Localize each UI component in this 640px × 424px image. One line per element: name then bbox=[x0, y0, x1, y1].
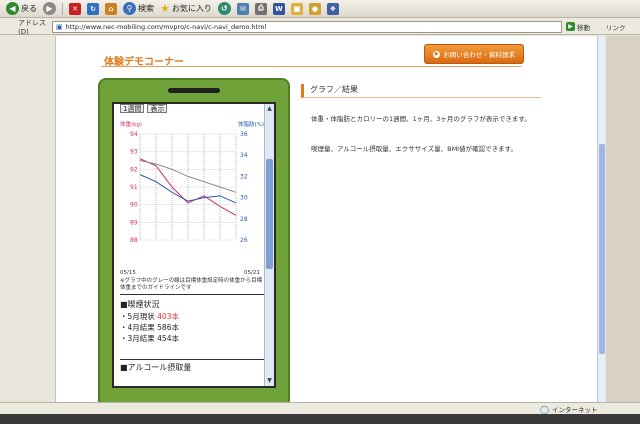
description-text: 喫煙量、アルコール摂取量、エクササイズ量、BMI値が確認できます。 bbox=[311, 145, 517, 153]
x-end-label: 05/21 bbox=[244, 270, 260, 276]
y2-tick-label: 30 bbox=[240, 195, 248, 202]
print-icon[interactable]: ⎙ bbox=[254, 2, 267, 15]
favorites-button[interactable]: ★ お気に入り bbox=[160, 2, 212, 16]
y-axis-label: 体重(kg) bbox=[120, 120, 142, 128]
y2-tick-label: 28 bbox=[240, 216, 248, 223]
phone-speaker bbox=[168, 88, 220, 93]
period-select[interactable]: 1週間 bbox=[120, 104, 145, 113]
stop-icon[interactable]: ✕ bbox=[69, 2, 81, 15]
mail-icon[interactable]: ✉ bbox=[236, 2, 249, 15]
y2-tick-label: 32 bbox=[240, 173, 248, 180]
messenger-icon[interactable]: ● bbox=[308, 2, 321, 15]
smoking-line-value: 586本 bbox=[157, 323, 179, 332]
y2-tick-label: 34 bbox=[240, 152, 248, 159]
y-tick-label: 92 bbox=[130, 166, 138, 173]
description-text: 体重・体脂肪とカロリーの1週間、1ヶ月、3ヶ月のグラフが表示できます。 bbox=[311, 115, 531, 123]
address-bar: アドレス(D) ▣ http://www.nec-mobiling.com/mv… bbox=[0, 18, 640, 36]
period-controls: 1週間 表示 bbox=[120, 104, 168, 113]
section-heading: グラフ／結果 bbox=[301, 84, 541, 98]
window-edge bbox=[606, 36, 640, 402]
folder-icon[interactable]: ■ bbox=[290, 2, 303, 15]
y-tick-label: 88 bbox=[130, 237, 138, 244]
section-divider bbox=[120, 294, 266, 295]
smoking-line-value: 454本 bbox=[157, 334, 179, 343]
back-arrow-icon: ◀ bbox=[6, 2, 19, 15]
status-zone: ◯ インターネット bbox=[540, 404, 598, 415]
favorites-label: お気に入り bbox=[171, 4, 212, 13]
browser-toolbar: ◀ 戻る ▶ ✕ ↻ ⌂ ⚲ 検索 ★ お気に入り ↺ ✉ ⎙ W ■ ● ❖ bbox=[0, 0, 640, 18]
smoking-line-label: ・3月結果 bbox=[120, 334, 158, 343]
edit-icon[interactable]: W bbox=[272, 2, 285, 15]
chart-grid bbox=[139, 133, 237, 241]
chart-note: ※グラフ中のグレーの線は目標体重設定時の体重から目標体重までのガイドラインです bbox=[120, 278, 263, 291]
smoking-line: ・3月結果 454本 bbox=[120, 333, 179, 344]
smoking-line-label: ・5月現状 bbox=[120, 312, 158, 321]
contact-button-label: お問い合わせ・資料請求 bbox=[443, 51, 515, 59]
smoking-line-value: 403本 bbox=[157, 312, 179, 321]
smoking-line-label: ・4月結果 bbox=[120, 323, 158, 332]
refresh-icon[interactable]: ↻ bbox=[87, 2, 99, 15]
go-arrow-icon: ▶ bbox=[566, 22, 575, 31]
search-label: 検索 bbox=[138, 4, 154, 13]
home-icon[interactable]: ⌂ bbox=[105, 2, 117, 15]
section-divider bbox=[120, 359, 266, 360]
smoking-line: ・4月結果 586本 bbox=[120, 322, 179, 333]
title-divider bbox=[101, 66, 521, 67]
forward-button[interactable]: ▶ bbox=[43, 2, 56, 16]
phone-scrollbar[interactable]: ▲ ▼ bbox=[264, 104, 274, 386]
page-scroll-thumb[interactable] bbox=[599, 144, 605, 354]
phone-scroll-thumb[interactable] bbox=[266, 159, 273, 269]
page-icon: ▣ bbox=[56, 22, 63, 31]
weight-chart: 体重(kg) 体脂肪(%) 94 93 92 91 90 89 88 36 34 32 30 28 2… bbox=[120, 120, 264, 276]
show-button[interactable]: 表示 bbox=[147, 104, 168, 113]
status-bar: ◯ インターネット bbox=[0, 402, 640, 414]
phone-screen: 1週間 表示 体重(kg) 体脂肪(%) 94 93 92 91 90 89 88 36 34… bbox=[112, 102, 276, 388]
y-tick-label: 94 bbox=[130, 131, 138, 138]
scroll-down-icon[interactable]: ▼ bbox=[266, 377, 273, 385]
x-start-label: 05/15 bbox=[120, 270, 136, 276]
links-label[interactable]: リンク bbox=[602, 22, 640, 32]
scroll-up-icon[interactable]: ▲ bbox=[266, 105, 273, 113]
search-icon: ⚲ bbox=[123, 2, 136, 15]
history-icon[interactable]: ↺ bbox=[217, 2, 231, 15]
smoking-title: ■喫煙状況 bbox=[120, 300, 160, 309]
phone-mockup: 1週間 表示 体重(kg) 体脂肪(%) 94 93 92 91 90 89 88 36 34… bbox=[98, 78, 290, 408]
y2-ticks: 36 34 32 30 28 26 bbox=[240, 131, 248, 244]
browser-window: ◀ 戻る ▶ ✕ ↻ ⌂ ⚲ 検索 ★ お気に入り ↺ ✉ ⎙ W ■ ● ❖ … bbox=[0, 0, 640, 424]
smoking-line: ・5月現状 403本 bbox=[120, 311, 179, 322]
back-label: 戻る bbox=[21, 4, 37, 13]
y2-axis-label: 体脂肪(%) bbox=[238, 120, 264, 128]
page-content: 体験デモコーナー ▶ お問い合わせ・資料請求 1週間 表示 体重(kg) 体脂肪… bbox=[55, 36, 600, 408]
contact-button[interactable]: ▶ お問い合わせ・資料請求 bbox=[424, 44, 524, 64]
url-input[interactable]: ▣ http://www.nec-mobiling.com/mvpro/c-na… bbox=[52, 20, 562, 33]
y-ticks: 94 93 92 91 90 89 88 bbox=[130, 131, 138, 244]
alcohol-title: ■アルコール摂取量 bbox=[120, 363, 192, 372]
y2-tick-label: 26 bbox=[240, 237, 248, 244]
globe-icon: ◯ bbox=[540, 404, 549, 414]
y2-tick-label: 36 bbox=[240, 131, 248, 138]
forward-arrow-icon: ▶ bbox=[43, 2, 56, 15]
research-icon[interactable]: ❖ bbox=[326, 2, 339, 15]
url-text: http://www.nec-mobiling.com/mvpro/c-navi… bbox=[65, 22, 267, 31]
go-button[interactable]: ▶ 移動 bbox=[562, 22, 602, 32]
address-label: アドレス(D) bbox=[18, 18, 46, 36]
star-icon: ★ bbox=[160, 2, 170, 15]
back-button[interactable]: ◀ 戻る bbox=[6, 2, 37, 16]
screen-bezel bbox=[0, 414, 640, 424]
y-tick-label: 90 bbox=[130, 202, 138, 209]
search-button[interactable]: ⚲ 検索 bbox=[123, 2, 154, 16]
y-tick-label: 93 bbox=[130, 149, 138, 156]
toolbar-separator bbox=[62, 2, 63, 15]
y-tick-label: 89 bbox=[130, 219, 138, 226]
arrow-circle-icon: ▶ bbox=[433, 50, 441, 58]
y-tick-label: 91 bbox=[130, 184, 138, 191]
status-zone-label: インターネット bbox=[551, 406, 598, 414]
page-scrollbar[interactable] bbox=[597, 36, 605, 402]
go-label: 移動 bbox=[577, 23, 590, 32]
